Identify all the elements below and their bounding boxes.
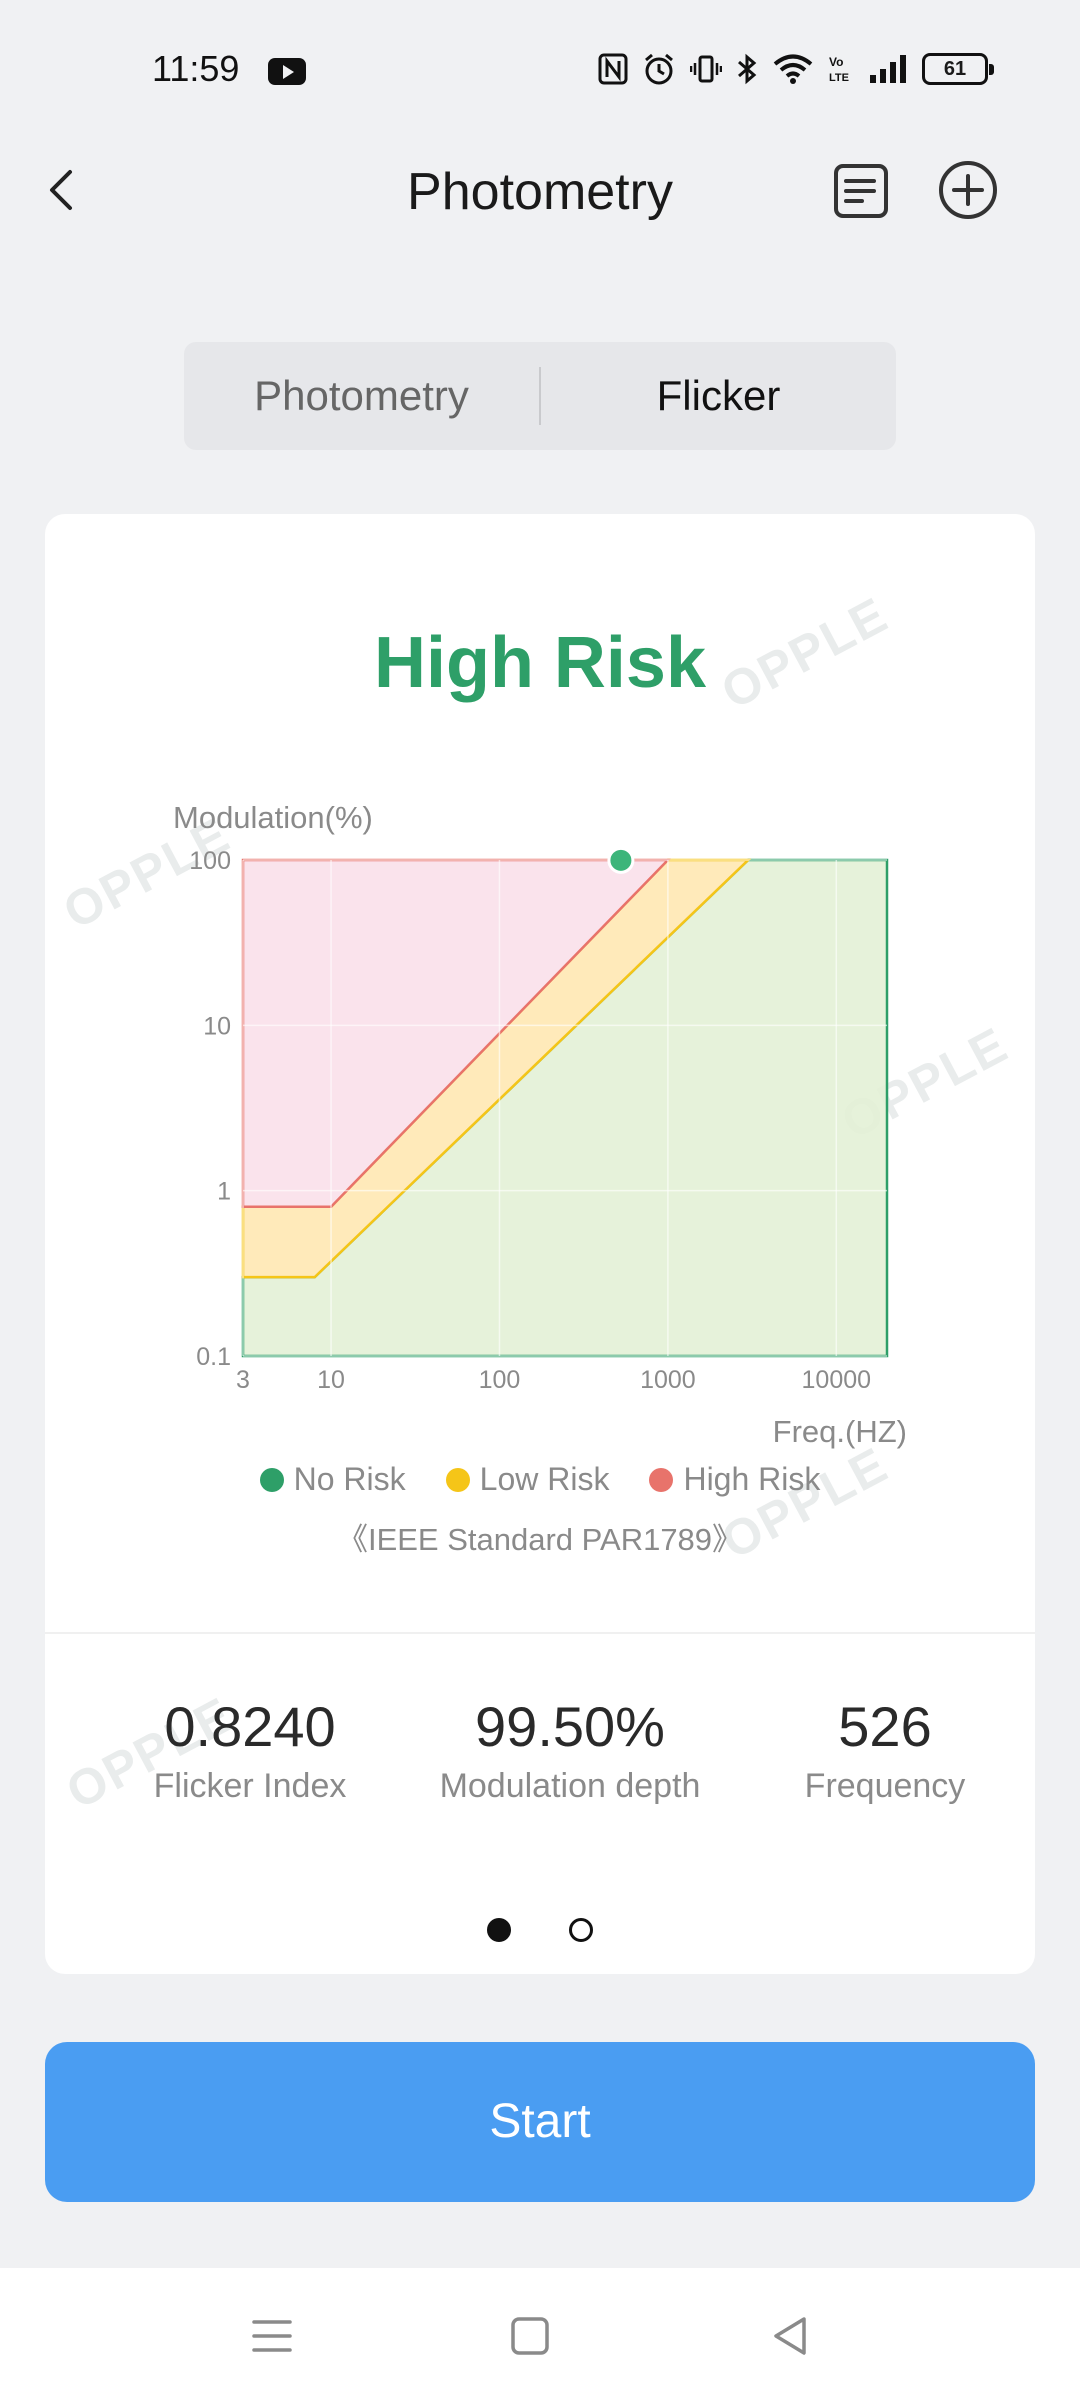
tab-photometry[interactable]: Photometry	[184, 372, 539, 420]
metrics-row: 0.8240 Flicker Index 99.50% Modulation d…	[45, 1694, 1035, 1814]
home-button[interactable]	[502, 2308, 558, 2364]
legend-label: High Risk	[683, 1461, 821, 1497]
modulation-depth-label: Modulation depth	[439, 1767, 701, 1805]
page-indicator	[45, 1918, 1035, 1942]
bluetooth-icon	[738, 53, 757, 85]
measurement-point	[607, 846, 635, 874]
legend-high-risk: High Risk	[649, 1461, 820, 1498]
menu-button[interactable]	[244, 2308, 300, 2364]
standard-reference: 《IEEE Standard PAR1789》	[336, 1522, 744, 1557]
plus-circle-icon	[939, 161, 997, 219]
metric-modulation-depth: 99.50% Modulation depth	[405, 1694, 735, 1806]
tab-flicker[interactable]: Flicker	[541, 372, 896, 420]
chart-svg: 3 10 100 1000 10000 100 10 1 0.1 Modulation(%) Fre…	[173, 800, 907, 1449]
x-tick-label: 10000	[802, 1366, 872, 1394]
y-tick-label: 10	[203, 1012, 231, 1040]
wifi-icon	[773, 54, 813, 84]
app-header: Photometry	[0, 140, 1080, 250]
mode-tabs: Photometry Flicker	[184, 342, 896, 450]
frequency-label: Frequency	[804, 1767, 966, 1805]
legend-label: Low Risk	[479, 1461, 610, 1497]
nfc-icon	[598, 53, 628, 85]
svg-text:LTE: LTE	[829, 72, 849, 84]
volte-icon: Vo LTE	[829, 55, 849, 84]
svg-text:Vo: Vo	[829, 55, 843, 69]
alarm-icon	[645, 53, 673, 85]
legend-dot-no-risk	[259, 1467, 284, 1492]
legend-low-risk: Low Risk	[445, 1461, 610, 1498]
flicker-risk-chart: 3 10 100 1000 10000 100 10 1 0.1 Modulation(%) Fre…	[45, 514, 1035, 1614]
page-title: Photometry	[407, 163, 673, 221]
square-icon	[511, 2317, 549, 2355]
page-dot-active[interactable]	[487, 1918, 511, 1942]
system-nav-bar	[0, 2268, 1080, 2400]
back-nav-button[interactable]	[762, 2308, 818, 2364]
signal-icon	[870, 55, 906, 83]
y-axis-label: Modulation(%)	[173, 800, 373, 835]
document-icon	[834, 164, 888, 218]
start-button[interactable]: Start	[45, 2042, 1035, 2202]
flicker-screen: 11:59 Vo LTE 61 Photometry Photometry Fli…	[0, 0, 1080, 2400]
legend-no-risk: No Risk	[259, 1461, 406, 1498]
vibrate-icon	[690, 55, 722, 83]
divider	[45, 1632, 1035, 1634]
x-tick-label: 10	[317, 1366, 345, 1394]
records-button[interactable]	[830, 160, 892, 222]
page-dot[interactable]	[569, 1918, 593, 1942]
metric-flicker-index: 0.8240 Flicker Index	[85, 1694, 415, 1806]
x-tick-label: 1000	[640, 1366, 696, 1394]
y-tick-label: 0.1	[196, 1343, 231, 1371]
flicker-index-label: Flicker Index	[153, 1767, 347, 1805]
legend-label: No Risk	[293, 1461, 406, 1497]
add-button[interactable]	[936, 158, 1000, 222]
flicker-index-value: 0.8240	[164, 1695, 336, 1758]
status-icons: Vo LTE 61	[598, 52, 994, 86]
x-tick-label: 100	[479, 1366, 521, 1394]
modulation-depth-value: 99.50%	[475, 1695, 665, 1758]
x-axis-label: Freq.(HZ)	[773, 1414, 907, 1449]
chart-legend: No Risk Low Risk High Risk	[45, 1461, 1035, 1498]
legend-dot-low-risk	[445, 1467, 470, 1492]
frequency-value: 526	[838, 1695, 932, 1758]
menu-icon	[252, 2320, 292, 2352]
legend-dot-high-risk	[649, 1467, 674, 1492]
y-tick-label: 100	[189, 847, 231, 875]
triangle-back-icon	[774, 2317, 806, 2355]
x-tick-label: 3	[236, 1366, 250, 1394]
y-tick-label: 1	[217, 1178, 231, 1206]
flicker-result-card: OPPLE OPPLE OPPLE OPPLE OPPLE High Risk …	[45, 514, 1035, 1974]
metric-frequency: 526 Frequency	[755, 1694, 1015, 1806]
status-time: 11:59	[152, 48, 240, 89]
youtube-icon	[268, 58, 306, 85]
status-bar: 11:59 Vo LTE 61	[0, 0, 1080, 140]
battery-icon: 61	[922, 53, 994, 85]
